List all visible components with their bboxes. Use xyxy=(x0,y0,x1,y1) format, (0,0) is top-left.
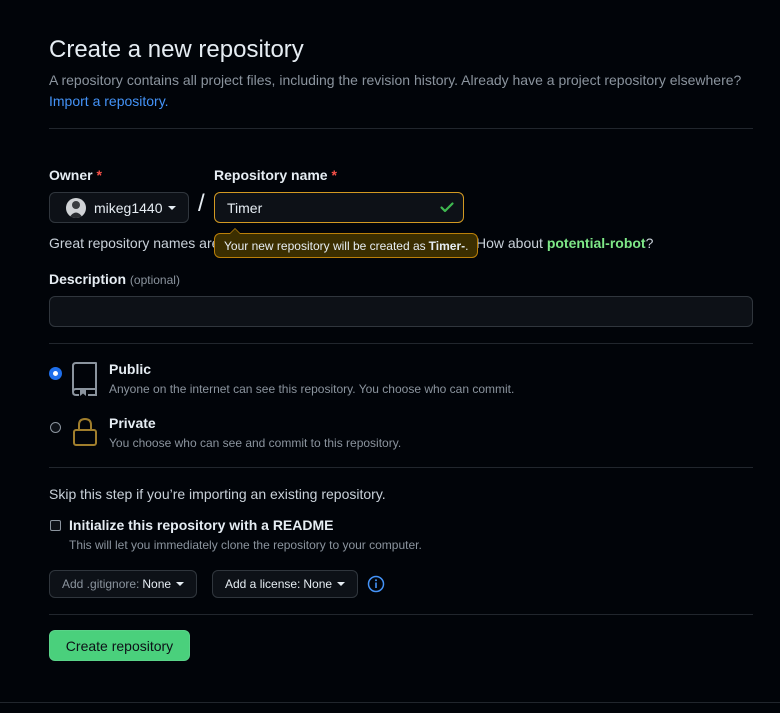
repo-icon xyxy=(72,362,98,399)
private-description: You choose who can see and commit to thi… xyxy=(109,436,402,450)
avatar xyxy=(66,197,86,218)
import-repository-link[interactable]: Import a repository. xyxy=(49,93,169,109)
page-subtitle: A repository contains all project files,… xyxy=(49,72,742,109)
repository-name-input[interactable]: Timer xyxy=(214,192,464,223)
chevron-down-icon xyxy=(167,205,176,210)
page-title: Create a new repository xyxy=(49,36,304,63)
check-icon xyxy=(439,199,455,218)
repo-name-label: Repository name * xyxy=(214,167,337,183)
visibility-public-option[interactable]: Public Anyone on the internet can see th… xyxy=(49,360,753,400)
page-footer-divider xyxy=(0,702,780,703)
repo-name-tooltip: Your new repository will be created as Ti… xyxy=(214,228,479,258)
private-title: Private xyxy=(109,415,156,431)
description-label: Description (optional) xyxy=(49,271,180,287)
public-title: Public xyxy=(109,361,152,377)
divider xyxy=(49,128,753,129)
owner-repo-separator: / xyxy=(198,190,205,217)
owner-select[interactable]: mikeg1440 xyxy=(49,192,189,223)
readme-checkbox[interactable] xyxy=(50,520,61,531)
description-input[interactable] xyxy=(49,296,753,327)
chevron-down-icon xyxy=(176,582,185,586)
public-description: Anyone on the internet can see this repo… xyxy=(109,382,515,396)
private-radio[interactable] xyxy=(50,422,61,433)
owner-label: Owner * xyxy=(49,167,102,183)
info-icon[interactable] xyxy=(367,575,385,596)
create-repository-button[interactable]: Create repository xyxy=(49,630,190,661)
divider xyxy=(49,614,753,615)
readme-description: This will let you immediately clone the … xyxy=(69,538,422,552)
lock-icon xyxy=(72,417,98,450)
license-select[interactable]: Add a license: None xyxy=(212,570,359,598)
public-radio[interactable] xyxy=(50,368,61,379)
gitignore-select[interactable]: Add .gitignore: None xyxy=(49,570,198,598)
skip-step-text: Skip this step if you’re importing an ex… xyxy=(49,486,386,502)
readme-label[interactable]: Initialize this repository with a README xyxy=(69,517,333,533)
repository-name-value: Timer xyxy=(227,199,263,216)
chevron-down-icon xyxy=(337,582,346,586)
visibility-private-option[interactable]: Private You choose who can see and commi… xyxy=(49,414,753,454)
name-suggestion[interactable]: potential-robot xyxy=(547,235,646,251)
divider xyxy=(49,467,753,468)
divider xyxy=(49,343,753,344)
owner-name: mikeg1440 xyxy=(94,199,163,216)
